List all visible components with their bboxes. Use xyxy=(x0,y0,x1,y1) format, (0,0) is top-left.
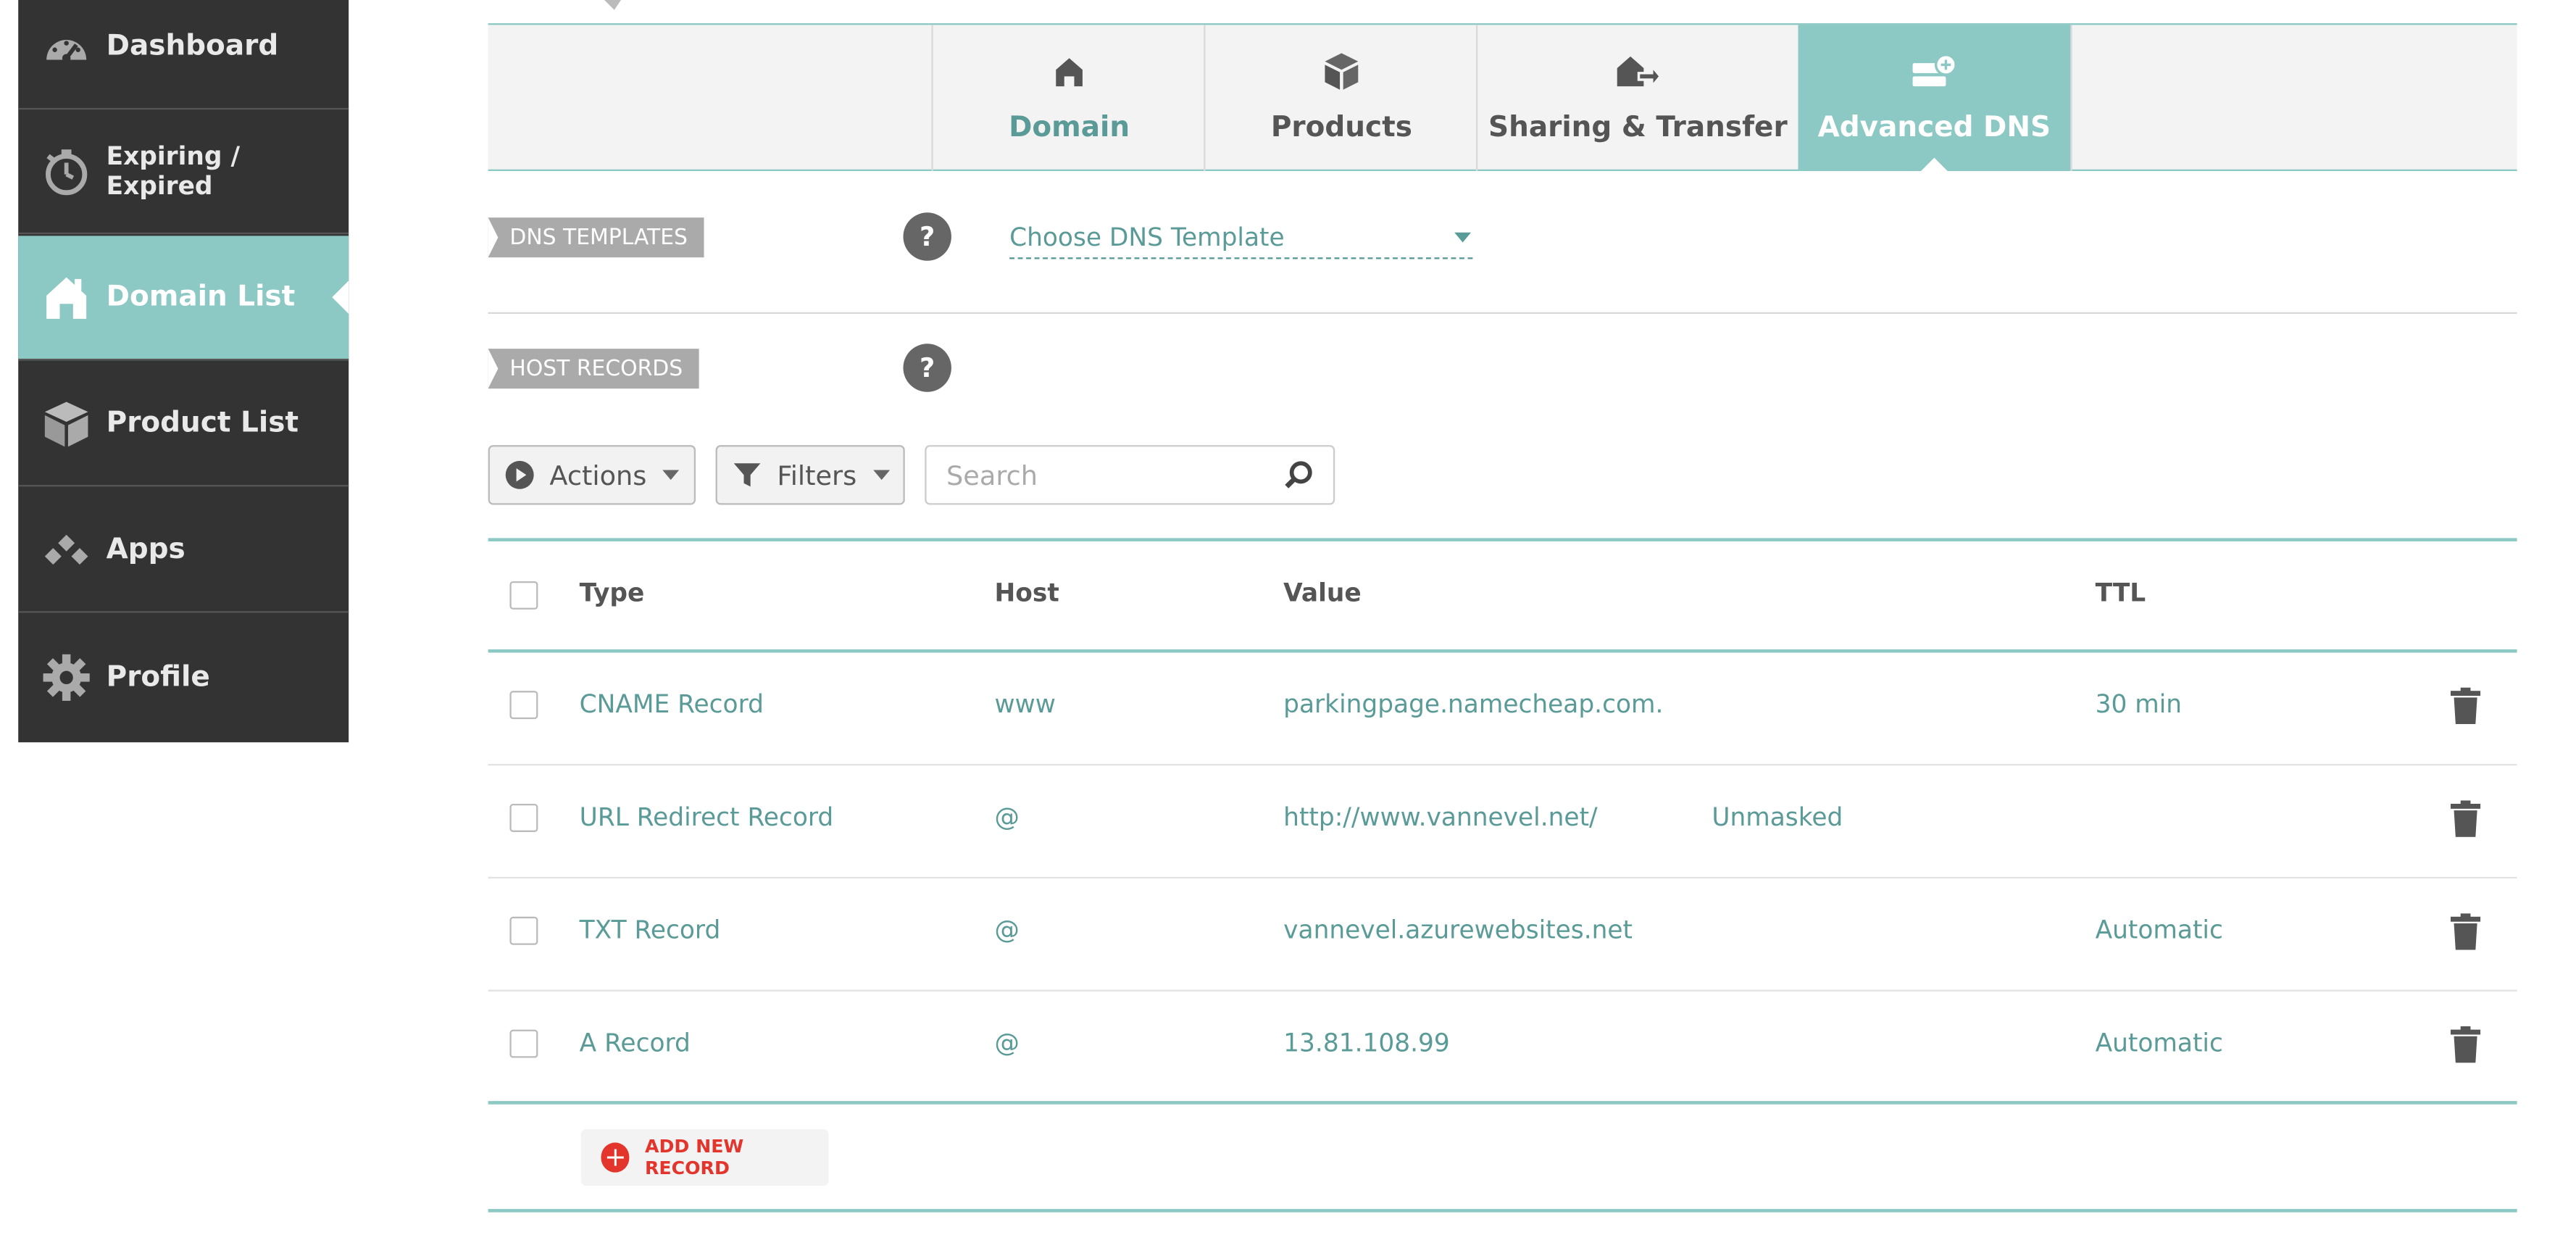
column-header-ttl[interactable]: TTL xyxy=(2096,578,2146,607)
tab-domain[interactable]: Domain xyxy=(931,25,1205,172)
row-divider xyxy=(488,989,2517,992)
column-header-host[interactable]: Host xyxy=(994,578,1059,607)
tab-label: Products xyxy=(1270,111,1412,145)
trash-icon[interactable] xyxy=(2450,1026,2481,1063)
sidebar-item-label: Product List xyxy=(106,407,299,441)
record-host[interactable]: @ xyxy=(994,802,1019,832)
table-header-border xyxy=(488,649,2517,653)
transfer-icon xyxy=(1614,51,1662,91)
server-icon xyxy=(1911,51,1957,91)
record-value[interactable]: vannevel.azurewebsites.net xyxy=(1283,915,1633,945)
actions-label: Actions xyxy=(549,459,647,491)
actions-button[interactable]: Actions xyxy=(488,445,696,505)
sidebar-item-label: Expiring / Expired xyxy=(106,141,241,201)
sidebar-item-product-list[interactable]: Product List xyxy=(18,362,349,487)
column-header-type[interactable]: Type xyxy=(580,578,645,607)
tab-label: Sharing & Transfer xyxy=(1488,111,1788,145)
record-value[interactable]: http://www.vannevel.net/ xyxy=(1283,802,1597,832)
record-type[interactable]: URL Redirect Record xyxy=(580,802,834,832)
row-checkbox[interactable] xyxy=(509,1029,538,1058)
box-icon xyxy=(41,399,91,449)
dns-template-select[interactable]: Choose DNS Template xyxy=(1009,217,1473,259)
dns-template-select-value: Choose DNS Template xyxy=(1009,223,1285,253)
chevron-down-icon xyxy=(663,470,680,481)
box-icon xyxy=(1322,51,1362,91)
record-host[interactable]: @ xyxy=(994,1028,1019,1057)
host-records-label: HOST RECORDS xyxy=(488,349,700,389)
gauge-icon xyxy=(41,22,91,72)
record-ttl[interactable]: Automatic xyxy=(2096,915,2223,945)
trash-icon[interactable] xyxy=(2450,913,2481,950)
filters-button[interactable]: Filters xyxy=(715,445,905,505)
search-icon[interactable] xyxy=(1283,460,1313,490)
redirect-type[interactable]: Unmasked xyxy=(1712,802,1843,832)
row-divider xyxy=(488,763,2517,766)
record-type[interactable]: CNAME Record xyxy=(580,689,764,719)
search-box xyxy=(925,445,1335,505)
trash-icon[interactable] xyxy=(2450,800,2481,837)
filter-icon xyxy=(733,462,761,489)
sidebar-item-profile[interactable]: Profile xyxy=(18,615,349,739)
apps-icon xyxy=(41,525,91,575)
row-divider xyxy=(488,876,2517,879)
dns-templates-label: DNS TEMPLATES xyxy=(488,217,704,258)
select-all-checkbox[interactable] xyxy=(509,581,538,610)
home-icon xyxy=(41,273,91,323)
table-top-border xyxy=(488,538,2517,541)
tag-icon xyxy=(604,0,621,10)
filters-label: Filters xyxy=(777,459,857,491)
record-ttl[interactable]: Automatic xyxy=(2096,1028,2223,1057)
record-type[interactable]: TXT Record xyxy=(580,915,721,945)
stopwatch-icon xyxy=(41,146,91,196)
tab-advanced-dns[interactable]: Advanced DNS xyxy=(1798,25,2072,173)
dns-templates-help-icon[interactable]: ? xyxy=(903,212,951,261)
record-type[interactable]: A Record xyxy=(580,1028,691,1057)
sidebar-item-domain-list[interactable]: Domain List xyxy=(18,236,349,361)
tab-label: Domain xyxy=(1009,111,1130,145)
tab-sharing-transfer[interactable]: Sharing & Transfer xyxy=(1475,25,1798,172)
app-root: Dashboard Expiring / Expired Domain List… xyxy=(0,0,2576,1243)
record-host[interactable]: www xyxy=(994,689,1055,719)
play-circle-icon xyxy=(505,460,535,490)
tab-bar: Domain Products Sharing & Transfer Advan… xyxy=(488,23,2517,173)
add-new-record-label: ADD NEW RECORD xyxy=(644,1136,744,1179)
host-records-help-icon[interactable]: ? xyxy=(903,344,951,392)
divider xyxy=(488,312,2517,315)
sidebar-item-apps[interactable]: Apps xyxy=(18,489,349,613)
record-value[interactable]: parkingpage.namecheap.com. xyxy=(1283,689,1663,719)
sidebar-item-label: Profile xyxy=(106,660,210,694)
record-value[interactable]: 13.81.108.99 xyxy=(1283,1028,1450,1057)
sidebar-item-expiring[interactable]: Expiring / Expired xyxy=(18,109,349,235)
row-checkbox[interactable] xyxy=(509,916,538,945)
chevron-down-icon xyxy=(873,470,891,481)
home-icon xyxy=(1053,51,1086,91)
add-new-record-button[interactable]: + ADD NEW RECORD xyxy=(580,1129,829,1186)
section-bottom-border xyxy=(488,1209,2517,1213)
row-checkbox[interactable] xyxy=(509,691,538,720)
column-header-value[interactable]: Value xyxy=(1283,578,1361,607)
sidebar: Dashboard Expiring / Expired Domain List… xyxy=(18,0,349,743)
sidebar-item-label: Dashboard xyxy=(106,30,279,64)
plus-circle-icon: + xyxy=(601,1142,630,1173)
sidebar-item-dashboard[interactable]: Dashboard xyxy=(18,0,349,110)
record-ttl[interactable]: 30 min xyxy=(2096,689,2183,719)
sidebar-item-label: Domain List xyxy=(106,280,296,315)
tab-label: Advanced DNS xyxy=(1817,111,2051,145)
trash-icon[interactable] xyxy=(2450,687,2481,725)
row-checkbox[interactable] xyxy=(509,803,538,832)
search-input[interactable] xyxy=(943,457,1249,493)
chevron-down-icon xyxy=(1454,232,1472,243)
gear-icon xyxy=(41,652,91,702)
table-bottom-border xyxy=(488,1101,2517,1105)
sidebar-item-label: Apps xyxy=(106,533,186,567)
tab-products[interactable]: Products xyxy=(1204,25,1477,172)
record-host[interactable]: @ xyxy=(994,915,1019,945)
